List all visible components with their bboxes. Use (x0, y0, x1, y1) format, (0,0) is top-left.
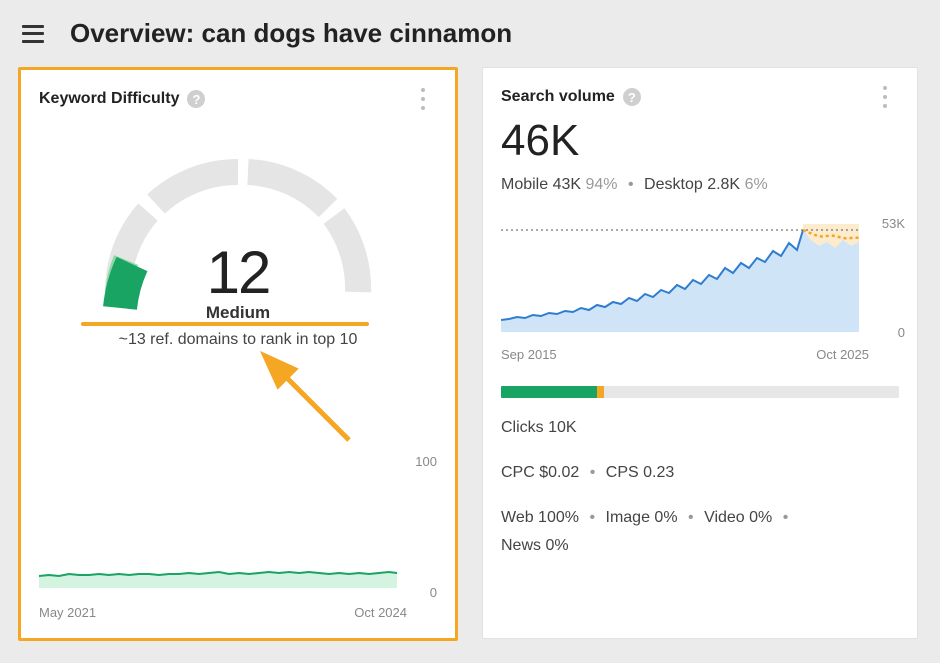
kd-gauge: 12 Medium ~13 ref. domains to rank in to… (39, 142, 437, 402)
kd-x-start: May 2021 (39, 605, 96, 620)
annotation-arrow-icon (249, 346, 359, 456)
sv-device-split: Mobile 43K 94% • Desktop 2.8K 6% (501, 176, 899, 194)
kd-card-menu[interactable] (409, 86, 437, 112)
kd-y-min: 0 (430, 585, 437, 600)
kd-card-title: Keyword Difficulty (39, 90, 179, 108)
hamburger-menu[interactable] (22, 25, 44, 43)
sv-cps: CPS 0.23 (606, 464, 674, 481)
sv-mobile: Mobile 43K (501, 176, 581, 193)
sv-trend-chart: 53K 0 Sep 2015 Oct 2025 (501, 218, 899, 358)
page-title: Overview: can dogs have cinnamon (70, 18, 512, 49)
kd-subtext: ~13 ref. domains to rank in top 10 (39, 331, 437, 349)
help-icon[interactable]: ? (187, 90, 205, 108)
sv-cpc: CPC $0.02 (501, 464, 579, 481)
sv-value: 46K (501, 116, 899, 166)
sv-serp-video: Video 0% (704, 509, 772, 526)
kd-x-end: Oct 2024 (354, 605, 407, 620)
sv-y-max: 53K (882, 216, 905, 231)
kd-label: Medium (39, 303, 437, 323)
sv-x-start: Sep 2015 (501, 347, 557, 362)
sv-serp-news: News 0% (501, 537, 569, 554)
keyword-difficulty-card: Keyword Difficulty ? (18, 67, 458, 641)
sv-card-title: Search volume (501, 88, 615, 106)
kd-y-max: 100 (415, 454, 437, 469)
sv-card-menu[interactable] (871, 84, 899, 110)
sv-clicks-bar (501, 386, 899, 398)
sv-desktop-pct: 6% (745, 176, 768, 193)
kd-value: 12 (39, 238, 437, 307)
sv-mobile-pct: 94% (586, 176, 618, 193)
sv-y-min: 0 (898, 325, 905, 340)
sv-clicks: Clicks 10K (501, 414, 899, 443)
sv-serp-image: Image 0% (606, 509, 678, 526)
sv-desktop: Desktop 2.8K (644, 176, 740, 193)
annotation-underline (81, 322, 369, 326)
kd-history-chart: 100 0 May 2021 Oct 2024 (39, 458, 437, 618)
search-volume-card: Search volume ? 46K Mobile 43K 94% • Des… (482, 67, 918, 639)
sv-x-end: Oct 2025 (816, 347, 869, 362)
help-icon[interactable]: ? (623, 88, 641, 106)
sv-serp-web: Web 100% (501, 509, 579, 526)
